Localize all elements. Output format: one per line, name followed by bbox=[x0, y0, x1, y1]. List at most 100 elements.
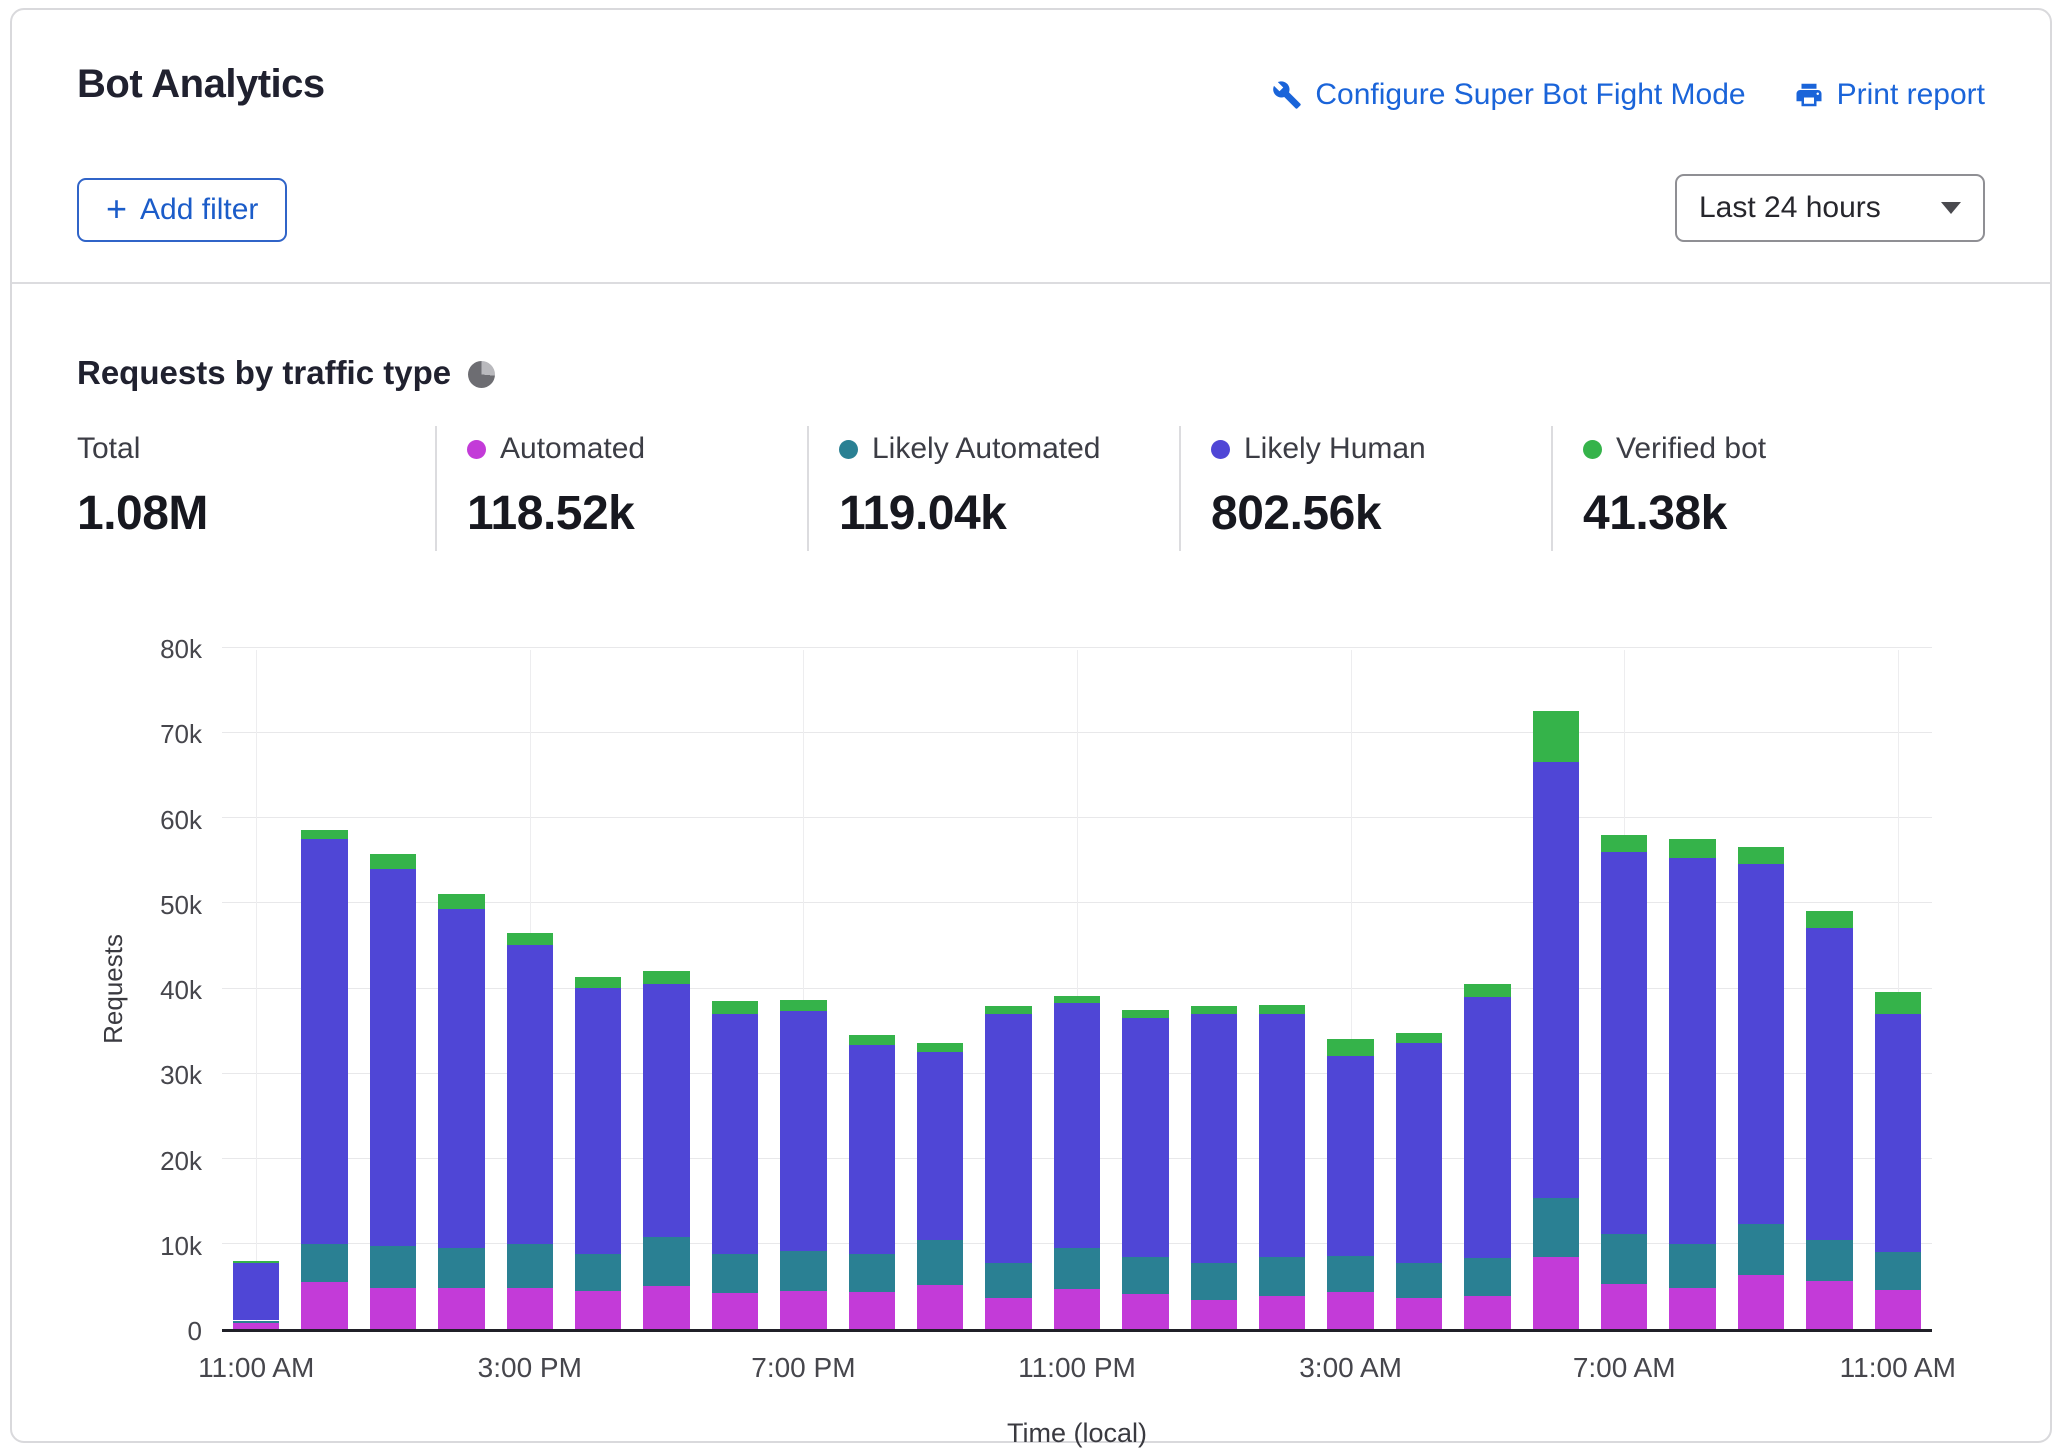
bar-segment-automated bbox=[1669, 1288, 1716, 1329]
chart-bar bbox=[1191, 650, 1238, 1329]
bar-segment-likely-automated bbox=[438, 1248, 485, 1288]
bar-segment-automated bbox=[438, 1288, 485, 1329]
chart-bar bbox=[849, 650, 896, 1329]
stat-likely-automated-label: Likely Automated bbox=[872, 432, 1100, 466]
bar-segment-automated bbox=[1122, 1294, 1169, 1329]
stat-automated[interactable]: Automated 118.52k bbox=[435, 426, 807, 551]
bar-segment-likely-automated bbox=[370, 1246, 417, 1288]
bar-segment-automated bbox=[1806, 1281, 1853, 1329]
bar-segment-likely-automated bbox=[1806, 1240, 1853, 1282]
verified-bot-legend-dot bbox=[1583, 440, 1602, 459]
bar-segment-likely-automated bbox=[1464, 1258, 1511, 1296]
bar-segment-likely-automated bbox=[301, 1244, 348, 1282]
bar-segment-verified-bot bbox=[1875, 992, 1922, 1013]
chart-bar bbox=[1327, 650, 1374, 1329]
bar-segment-likely-human bbox=[233, 1263, 280, 1321]
print-report-link[interactable]: Print report bbox=[1794, 78, 1985, 112]
bar-segment-likely-human bbox=[1327, 1056, 1374, 1255]
bar-segment-likely-automated bbox=[985, 1263, 1032, 1299]
chart-bar bbox=[233, 650, 280, 1329]
chart-bar bbox=[985, 650, 1032, 1329]
bar-segment-automated bbox=[780, 1291, 827, 1329]
bar-segment-likely-human bbox=[1601, 852, 1648, 1234]
stat-likely-human[interactable]: Likely Human 802.56k bbox=[1179, 426, 1551, 551]
stat-likely-automated-value: 119.04k bbox=[839, 486, 1179, 541]
bar-segment-verified-bot bbox=[917, 1043, 964, 1052]
page-title: Bot Analytics bbox=[77, 62, 325, 107]
time-range-value: Last 24 hours bbox=[1699, 191, 1881, 225]
bar-segment-automated bbox=[985, 1298, 1032, 1329]
y-tick-label: 40k bbox=[108, 975, 202, 1006]
bar-segment-automated bbox=[712, 1293, 759, 1329]
plus-icon: + bbox=[106, 191, 127, 227]
bar-segment-verified-bot bbox=[1191, 1006, 1238, 1014]
stat-total-label: Total bbox=[77, 432, 140, 466]
y-tick-label: 70k bbox=[108, 719, 202, 750]
bar-segment-verified-bot bbox=[1054, 996, 1101, 1003]
bar-segment-likely-automated bbox=[507, 1244, 554, 1288]
bar-segment-likely-human bbox=[1669, 858, 1716, 1244]
bar-segment-likely-automated bbox=[1327, 1256, 1374, 1292]
bar-segment-likely-human bbox=[438, 909, 485, 1248]
chevron-down-icon bbox=[1941, 202, 1961, 214]
bar-segment-likely-human bbox=[370, 869, 417, 1247]
chart-bar bbox=[1259, 650, 1306, 1329]
bot-analytics-card: Bot Analytics Configure Super Bot Fight … bbox=[10, 8, 2052, 1443]
bar-segment-likely-human bbox=[507, 945, 554, 1243]
x-tick-label: 11:00 AM bbox=[1788, 1352, 2008, 1384]
bar-segment-likely-human bbox=[780, 1011, 827, 1251]
bar-segment-automated bbox=[575, 1291, 622, 1329]
x-tick-label: 11:00 PM bbox=[967, 1352, 1187, 1384]
stat-likely-automated[interactable]: Likely Automated 119.04k bbox=[807, 426, 1179, 551]
bar-segment-verified-bot bbox=[849, 1035, 896, 1045]
bar-segment-likely-automated bbox=[1601, 1234, 1648, 1284]
chart-bar bbox=[1875, 650, 1922, 1329]
bar-segment-verified-bot bbox=[985, 1006, 1032, 1014]
bar-segment-likely-human bbox=[985, 1014, 1032, 1263]
chart-bar bbox=[1122, 650, 1169, 1329]
bar-segment-automated bbox=[1464, 1296, 1511, 1329]
bar-segment-verified-bot bbox=[438, 894, 485, 908]
chart-bar bbox=[1806, 650, 1853, 1329]
bar-segment-verified-bot bbox=[1464, 984, 1511, 997]
bar-segment-verified-bot bbox=[1396, 1033, 1443, 1043]
bar-segment-likely-automated bbox=[849, 1254, 896, 1292]
bar-segment-likely-automated bbox=[1738, 1224, 1785, 1275]
bar-segment-verified-bot bbox=[301, 830, 348, 839]
stat-total[interactable]: Total 1.08M bbox=[77, 426, 435, 551]
bar-segment-verified-bot bbox=[780, 1000, 827, 1011]
pie-chart-icon bbox=[468, 361, 495, 388]
bar-segment-likely-human bbox=[575, 988, 622, 1254]
time-range-select[interactable]: Last 24 hours bbox=[1675, 174, 1985, 242]
add-filter-button[interactable]: + Add filter bbox=[77, 178, 287, 242]
bar-segment-likely-automated bbox=[1122, 1257, 1169, 1295]
stat-verified-bot-label: Verified bot bbox=[1616, 432, 1766, 466]
chart-bar bbox=[712, 650, 759, 1329]
bar-segment-automated bbox=[1875, 1290, 1922, 1329]
chart-bar bbox=[370, 650, 417, 1329]
x-axis-title: Time (local) bbox=[222, 1418, 1932, 1449]
chart-bar bbox=[917, 650, 964, 1329]
chart-bar bbox=[1601, 650, 1648, 1329]
bar-segment-verified-bot bbox=[1601, 835, 1648, 852]
likely-automated-legend-dot bbox=[839, 440, 858, 459]
stat-verified-bot[interactable]: Verified bot 41.38k bbox=[1551, 426, 1923, 551]
bar-segment-verified-bot bbox=[1738, 847, 1785, 864]
bar-segment-likely-automated bbox=[917, 1240, 964, 1284]
bar-segment-automated bbox=[1533, 1257, 1580, 1329]
y-tick-label: 30k bbox=[108, 1060, 202, 1091]
bar-segment-likely-human bbox=[301, 839, 348, 1244]
x-tick-label: 3:00 PM bbox=[420, 1352, 640, 1384]
bar-segment-likely-human bbox=[1533, 762, 1580, 1198]
stat-total-value: 1.08M bbox=[77, 486, 435, 541]
bar-segment-likely-automated bbox=[712, 1254, 759, 1293]
bar-segment-likely-automated bbox=[643, 1237, 690, 1286]
likely-human-legend-dot bbox=[1211, 440, 1230, 459]
traffic-chart: Requests Time (local) 010k20k30k40k50k60… bbox=[12, 610, 2050, 1450]
configure-super-bot-fight-mode-link[interactable]: Configure Super Bot Fight Mode bbox=[1272, 78, 1745, 112]
chart-bar bbox=[438, 650, 485, 1329]
chart-bar bbox=[1533, 650, 1580, 1329]
bar-segment-verified-bot bbox=[1669, 839, 1716, 858]
bar-segment-likely-automated bbox=[1396, 1263, 1443, 1299]
y-tick-label: 50k bbox=[108, 890, 202, 921]
